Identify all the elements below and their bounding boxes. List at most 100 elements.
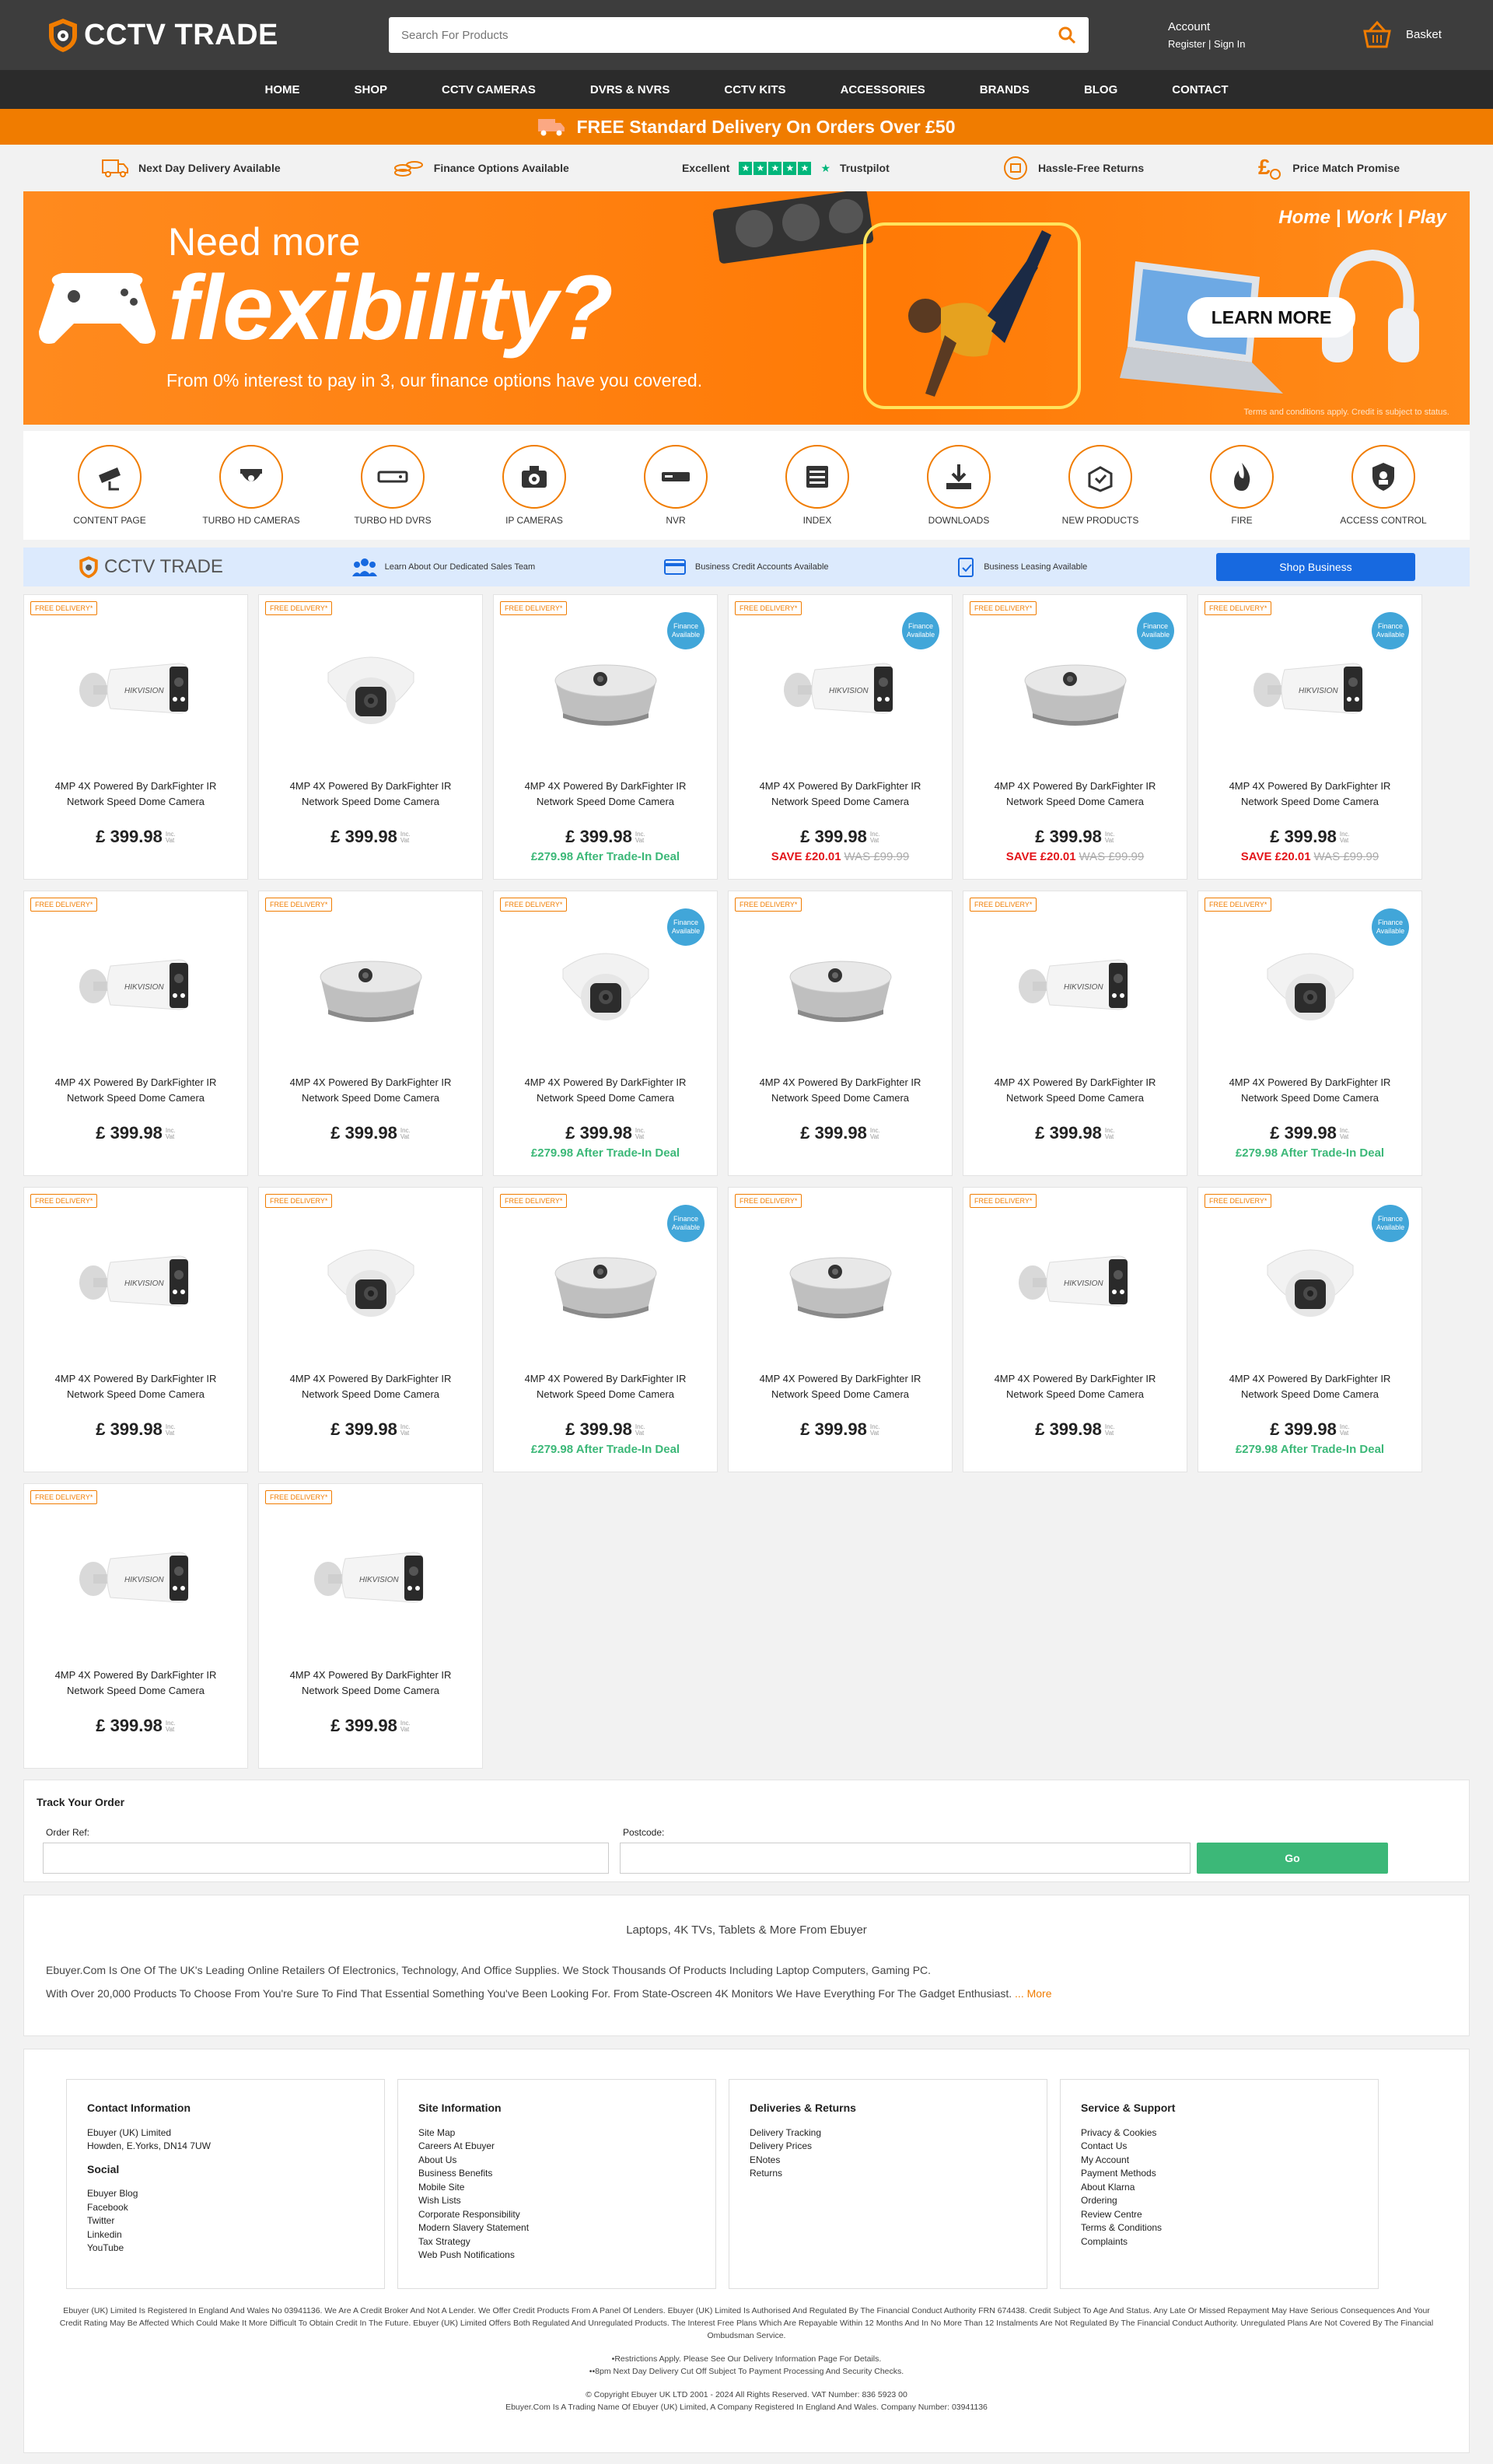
- product-image[interactable]: [729, 1219, 952, 1343]
- product-image[interactable]: HIKVISION: [963, 922, 1187, 1047]
- product-name[interactable]: 4MP 4X Powered By DarkFighter IR Network …: [1214, 779, 1406, 810]
- footer-link[interactable]: Tax Strategy: [418, 2235, 695, 2249]
- product-name[interactable]: 4MP 4X Powered By DarkFighter IR Network …: [274, 779, 467, 810]
- product-card[interactable]: FREE DELIVERY* Finance Available 4MP 4X Pow…: [493, 891, 718, 1176]
- footer-link[interactable]: Payment Methods: [1081, 2167, 1358, 2181]
- product-card[interactable]: FREE DELIVERY* Finance Available 4MP 4X Pow…: [963, 594, 1187, 880]
- footer-link[interactable]: YouTube: [87, 2242, 364, 2256]
- product-card[interactable]: FREE DELIVERY* HIKVISION 4MP 4X Powered By…: [23, 594, 248, 880]
- product-name[interactable]: 4MP 4X Powered By DarkFighter IR Network …: [274, 1371, 467, 1402]
- basket-button[interactable]: Basket: [1362, 20, 1442, 48]
- footer-link[interactable]: Ebuyer Blog: [87, 2187, 364, 2201]
- category-index[interactable]: INDEX: [759, 445, 876, 526]
- category-access-control[interactable]: ACCESS CONTROL: [1325, 445, 1442, 526]
- product-card[interactable]: FREE DELIVERY* 4MP 4X Powered By DarkFigh…: [728, 891, 953, 1176]
- nav-brands[interactable]: BRANDS: [980, 83, 1030, 96]
- site-logo[interactable]: CCTV TRADE: [47, 17, 389, 53]
- nav-dvrs-nvrs[interactable]: DVRS & NVRS: [590, 83, 670, 96]
- product-image[interactable]: HIKVISION: [729, 626, 952, 751]
- footer-link[interactable]: Ordering: [1081, 2194, 1358, 2208]
- footer-link[interactable]: Delivery Prices: [750, 2140, 1026, 2154]
- product-name[interactable]: 4MP 4X Powered By DarkFighter IR Network …: [40, 1075, 232, 1106]
- shop-business-button[interactable]: Shop Business: [1215, 553, 1415, 581]
- category-downloads[interactable]: DOWNLOADS: [900, 445, 1017, 526]
- footer-link[interactable]: About Us: [418, 2154, 695, 2168]
- product-image[interactable]: [963, 626, 1187, 751]
- nav-shop[interactable]: SHOP: [355, 83, 388, 96]
- product-card[interactable]: FREE DELIVERY* HIKVISION 4MP 4X Powered By…: [963, 1187, 1187, 1472]
- footer-link[interactable]: Returns: [750, 2167, 1026, 2181]
- finance-hero-banner[interactable]: Need more flexibility? From 0% interest …: [23, 191, 1470, 425]
- nav-home[interactable]: HOME: [265, 83, 300, 96]
- product-name[interactable]: 4MP 4X Powered By DarkFighter IR Network …: [744, 779, 936, 810]
- product-image[interactable]: [259, 626, 482, 751]
- product-card[interactable]: FREE DELIVERY* Finance Available 4MP 4X Pow…: [1198, 891, 1422, 1176]
- product-card[interactable]: FREE DELIVERY* 4MP 4X Powered By DarkFigh…: [728, 1187, 953, 1472]
- business-credit[interactable]: Business Credit Accounts Available: [663, 558, 829, 576]
- product-name[interactable]: 4MP 4X Powered By DarkFighter IR Network …: [744, 1371, 936, 1402]
- footer-link[interactable]: About Klarna: [1081, 2181, 1358, 2195]
- account-area[interactable]: Account Register | Sign In: [1168, 19, 1245, 53]
- product-name[interactable]: 4MP 4X Powered By DarkFighter IR Network …: [979, 1075, 1171, 1106]
- business-sales-team[interactable]: Learn About Our Dedicated Sales Team: [351, 556, 535, 578]
- product-card[interactable]: FREE DELIVERY* Finance Available 4MP 4X Pow…: [1198, 1187, 1422, 1472]
- footer-link[interactable]: Privacy & Cookies: [1081, 2126, 1358, 2140]
- category-nvr[interactable]: NVR: [617, 445, 734, 526]
- footer-link[interactable]: My Account: [1081, 2154, 1358, 2168]
- footer-link[interactable]: Terms & Conditions: [1081, 2221, 1358, 2235]
- footer-link[interactable]: Facebook: [87, 2201, 364, 2215]
- product-image[interactable]: [494, 1219, 717, 1343]
- product-name[interactable]: 4MP 4X Powered By DarkFighter IR Network …: [979, 779, 1171, 810]
- product-name[interactable]: 4MP 4X Powered By DarkFighter IR Network …: [40, 1668, 232, 1699]
- postcode-input[interactable]: [620, 1843, 1191, 1874]
- footer-link[interactable]: Complaints: [1081, 2235, 1358, 2249]
- business-leasing[interactable]: Business Leasing Available: [957, 556, 1087, 578]
- product-name[interactable]: 4MP 4X Powered By DarkFighter IR Network …: [274, 1075, 467, 1106]
- product-name[interactable]: 4MP 4X Powered By DarkFighter IR Network …: [509, 1075, 701, 1106]
- product-image[interactable]: [494, 922, 717, 1047]
- product-name[interactable]: 4MP 4X Powered By DarkFighter IR Network …: [40, 779, 232, 810]
- track-go-button[interactable]: Go: [1197, 1843, 1388, 1874]
- footer-link[interactable]: Corporate Responsibility: [418, 2208, 695, 2222]
- order-ref-input[interactable]: [43, 1843, 609, 1874]
- product-image[interactable]: [494, 626, 717, 751]
- product-image[interactable]: HIKVISION: [24, 922, 247, 1047]
- product-card[interactable]: FREE DELIVERY* HIKVISION 4MP 4X Powered By…: [23, 891, 248, 1176]
- product-name[interactable]: 4MP 4X Powered By DarkFighter IR Network …: [1214, 1371, 1406, 1402]
- product-card[interactable]: FREE DELIVERY* Finance Available HIKVISION 4…: [728, 594, 953, 880]
- delivery-promo-bar[interactable]: FREE Standard Delivery On Orders Over £5…: [0, 109, 1493, 145]
- product-image[interactable]: HIKVISION: [24, 626, 247, 751]
- category-turbo-hd-cameras[interactable]: TURBO HD CAMERAS: [193, 445, 309, 526]
- product-card[interactable]: FREE DELIVERY* Finance Available 4MP 4X Pow…: [493, 1187, 718, 1472]
- product-name[interactable]: 4MP 4X Powered By DarkFighter IR Network …: [1214, 1075, 1406, 1106]
- product-card[interactable]: FREE DELIVERY* Finance Available HIKVISION 4…: [1198, 594, 1422, 880]
- nav-accessories[interactable]: ACCESSORIES: [841, 83, 925, 96]
- product-image[interactable]: [1198, 1219, 1421, 1343]
- product-name[interactable]: 4MP 4X Powered By DarkFighter IR Network …: [40, 1371, 232, 1402]
- product-image[interactable]: HIKVISION: [24, 1515, 247, 1640]
- footer-link[interactable]: Wish Lists: [418, 2194, 695, 2208]
- footer-link[interactable]: Site Map: [418, 2126, 695, 2140]
- product-image[interactable]: HIKVISION: [24, 1219, 247, 1343]
- footer-link[interactable]: Contact Us: [1081, 2140, 1358, 2154]
- product-card[interactable]: FREE DELIVERY* HIKVISION 4MP 4X Powered By…: [258, 1483, 483, 1769]
- product-card[interactable]: FREE DELIVERY* Finance Available 4MP 4X Pow…: [493, 594, 718, 880]
- product-card[interactable]: FREE DELIVERY* HIKVISION 4MP 4X Powered By…: [23, 1483, 248, 1769]
- search-input[interactable]: [401, 28, 1023, 42]
- product-image[interactable]: HIKVISION: [259, 1515, 482, 1640]
- category-fire[interactable]: FIRE: [1184, 445, 1300, 526]
- business-logo[interactable]: CCTV TRADE: [78, 555, 223, 579]
- product-card[interactable]: FREE DELIVERY* 4MP 4X Powered By DarkFigh…: [258, 891, 483, 1176]
- product-image[interactable]: HIKVISION: [1198, 626, 1421, 751]
- category-content-page[interactable]: CONTENT PAGE: [51, 445, 168, 526]
- category-ip-cameras[interactable]: IP CAMERAS: [476, 445, 593, 526]
- footer-link[interactable]: ENotes: [750, 2154, 1026, 2168]
- category-turbo-hd-dvrs[interactable]: TURBO HD DVRS: [334, 445, 451, 526]
- nav-cctv-kits[interactable]: CCTV KITS: [724, 83, 785, 96]
- footer-link[interactable]: Review Centre: [1081, 2208, 1358, 2222]
- product-card[interactable]: FREE DELIVERY* 4MP 4X Powered By DarkFigh…: [258, 594, 483, 880]
- footer-link[interactable]: Twitter: [87, 2214, 364, 2228]
- footer-link[interactable]: Mobile Site: [418, 2181, 695, 2195]
- nav-contact[interactable]: CONTACT: [1172, 83, 1228, 96]
- trustpilot-rating[interactable]: Excellent ★ ★ ★ ★ ★ ★ Trustpilot: [682, 161, 890, 175]
